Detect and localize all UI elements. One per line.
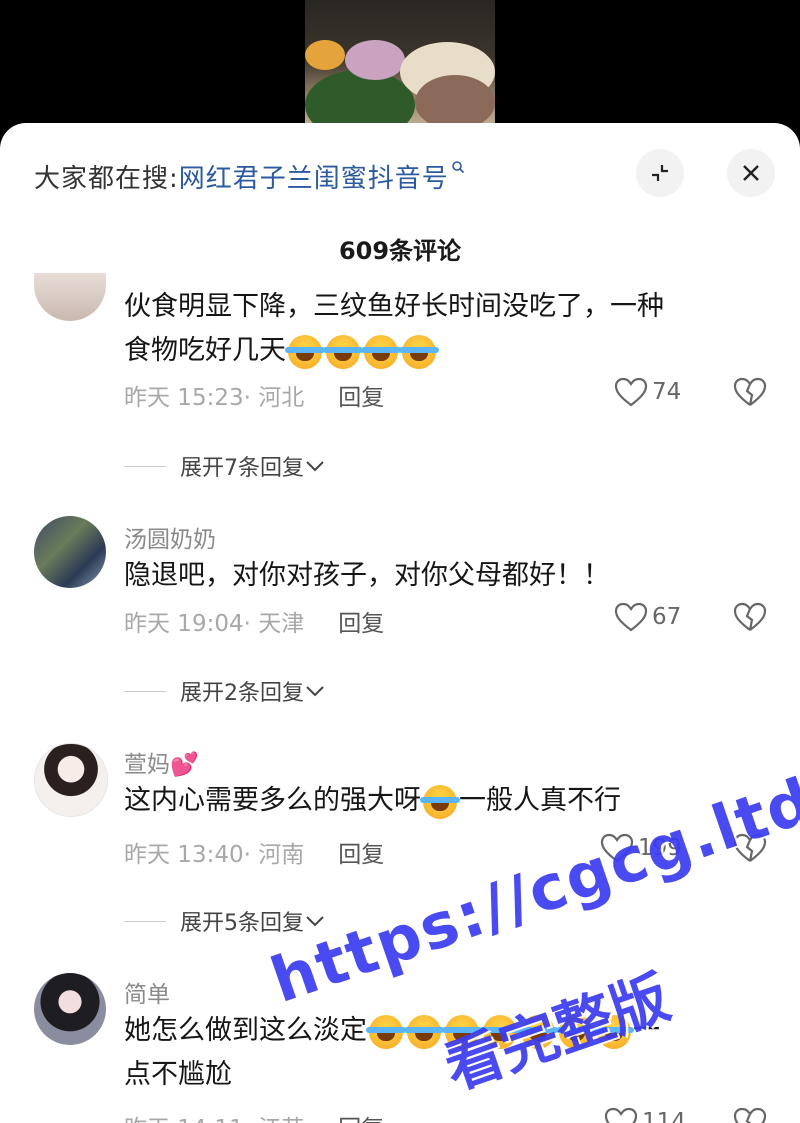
comment-text-part: 她怎么做到这么淡定 xyxy=(124,1015,367,1046)
laughing-tears-emoji xyxy=(420,784,460,819)
laughing-tears-emoji xyxy=(366,1014,406,1049)
reply-button[interactable]: 回复 xyxy=(338,378,384,412)
dislike-button[interactable] xyxy=(733,377,767,411)
laughing-tears-emoji xyxy=(285,334,325,369)
search-prefix: 大家都在搜: xyxy=(34,163,179,194)
heart-icon xyxy=(604,1107,638,1123)
laughing-tears-emoji xyxy=(594,1014,634,1049)
heart-icon xyxy=(614,377,648,407)
like-count: 74 xyxy=(652,379,682,405)
heart-icon xyxy=(600,833,634,863)
comment-meta: 昨天 13:40 · 河南 回复 xyxy=(124,835,384,869)
collapse-arrows-icon xyxy=(652,165,668,181)
expand-replies-label: 展开5条回复 xyxy=(180,911,304,936)
avatar[interactable] xyxy=(34,516,106,588)
comment-time: 昨天 19:04 xyxy=(124,611,244,637)
search-icon xyxy=(451,158,465,179)
divider-line xyxy=(124,690,166,692)
video-preview[interactable] xyxy=(0,0,800,130)
like-button[interactable]: 199 xyxy=(600,833,682,863)
reply-button[interactable]: 回复 xyxy=(338,1109,384,1123)
username-text: 萱妈 xyxy=(124,752,170,778)
chevron-down-icon xyxy=(306,916,324,927)
like-count: 67 xyxy=(652,604,682,630)
comment-text-line: 点不尴尬 xyxy=(124,1059,232,1090)
comment-text-part: 这内心需要多么的强大呀 xyxy=(124,785,421,816)
comment-text: 伙食明显下降，三纹鱼好长时间没吃了，一种 食物吃好几天 xyxy=(124,285,744,373)
avatar[interactable] xyxy=(34,743,108,817)
comment-location: · 河南 xyxy=(243,842,305,868)
comment-location: · 天津 xyxy=(243,611,305,637)
expand-replies-label: 展开7条回复 xyxy=(180,456,304,481)
laughing-tears-emoji xyxy=(442,1014,482,1049)
search-suggestion[interactable]: 大家都在搜: 网红君子兰闺蜜抖音号 xyxy=(34,158,465,194)
broken-heart-icon xyxy=(733,377,767,406)
avatar[interactable] xyxy=(34,273,106,321)
close-icon xyxy=(743,165,759,181)
broken-heart-icon xyxy=(733,1107,767,1123)
dislike-button[interactable] xyxy=(733,1107,767,1123)
comment-location: · 河北 xyxy=(243,385,305,411)
expand-replies-button[interactable]: 展开2条回复 xyxy=(124,675,326,707)
comment-sheet: 大家都在搜: 网红君子兰闺蜜抖音号 609条评论 伙食明显下降，三纹鱼好长时间没… xyxy=(0,123,800,1123)
chevron-down-icon xyxy=(306,686,324,697)
comment-meta: 昨天 14:11 · 江苏 回复 xyxy=(124,1109,384,1123)
comment-count-title: 609条评论 xyxy=(338,237,462,265)
like-button[interactable]: 114 xyxy=(604,1107,686,1123)
laughing-tears-emoji xyxy=(323,334,363,369)
search-term-link[interactable]: 网红君子兰闺蜜抖音号 xyxy=(179,158,449,195)
comment-text-line: 伙食明显下降，三纹鱼好长时间没吃了，一种 xyxy=(124,291,664,322)
chevron-down-icon xyxy=(306,461,324,472)
comment-meta: 昨天 15:23 · 河北 回复 xyxy=(124,378,384,412)
comment-time: 昨天 14:11 xyxy=(124,1109,244,1123)
comment-text: 隐退吧，对你对孩子，对你父母都好！！ xyxy=(124,560,610,591)
expand-replies-label: 展开2条回复 xyxy=(180,681,304,706)
dislike-button[interactable] xyxy=(733,602,767,636)
close-button[interactable] xyxy=(727,149,775,197)
like-count: 114 xyxy=(642,1109,686,1123)
reply-button[interactable]: 回复 xyxy=(338,604,384,638)
expand-replies-button[interactable]: 展开5条回复 xyxy=(124,905,326,937)
collapse-button[interactable] xyxy=(636,149,684,197)
laughing-tears-emoji xyxy=(361,334,401,369)
comment-text-part: 一般人真不行 xyxy=(459,785,621,816)
laughing-tears-emoji xyxy=(404,1014,444,1049)
heart-icon xyxy=(614,602,648,632)
comment-text: 她怎么做到这么淡定 一 点不尴尬 xyxy=(124,1009,744,1097)
divider-line xyxy=(124,920,166,922)
like-button[interactable]: 74 xyxy=(614,377,681,407)
comment-meta: 昨天 19:04 · 天津 回复 xyxy=(124,604,384,638)
avatar[interactable] xyxy=(34,973,106,1045)
comment-location: · 江苏 xyxy=(244,1109,305,1123)
username[interactable]: 简单 xyxy=(124,975,170,1009)
video-thumbnail xyxy=(305,0,495,130)
broken-heart-icon xyxy=(733,602,767,631)
laughing-tears-emoji xyxy=(518,1014,558,1049)
reply-button[interactable]: 回复 xyxy=(338,835,384,869)
comment-text-part: 一 xyxy=(633,1015,660,1046)
username[interactable]: 汤圆奶奶 xyxy=(124,520,216,554)
comment-text: 这内心需要多么的强大呀 一般人真不行 xyxy=(124,779,744,823)
comment-time: 昨天 15:23 xyxy=(124,385,244,411)
laughing-tears-emoji xyxy=(399,334,439,369)
expand-replies-button[interactable]: 展开7条回复 xyxy=(124,450,326,482)
laughing-tears-emoji xyxy=(556,1014,596,1049)
two-hearts-emoji: 💕 xyxy=(170,752,199,778)
dislike-button[interactable] xyxy=(733,833,767,867)
comment-text-line: 食物吃好几天 xyxy=(124,335,286,366)
broken-heart-icon xyxy=(733,833,767,862)
comment-time: 昨天 13:40 xyxy=(124,842,244,868)
like-count: 199 xyxy=(638,835,682,861)
username[interactable]: 萱妈💕 xyxy=(124,745,199,779)
like-button[interactable]: 67 xyxy=(614,602,681,632)
divider-line xyxy=(124,465,166,467)
laughing-tears-emoji xyxy=(480,1014,520,1049)
